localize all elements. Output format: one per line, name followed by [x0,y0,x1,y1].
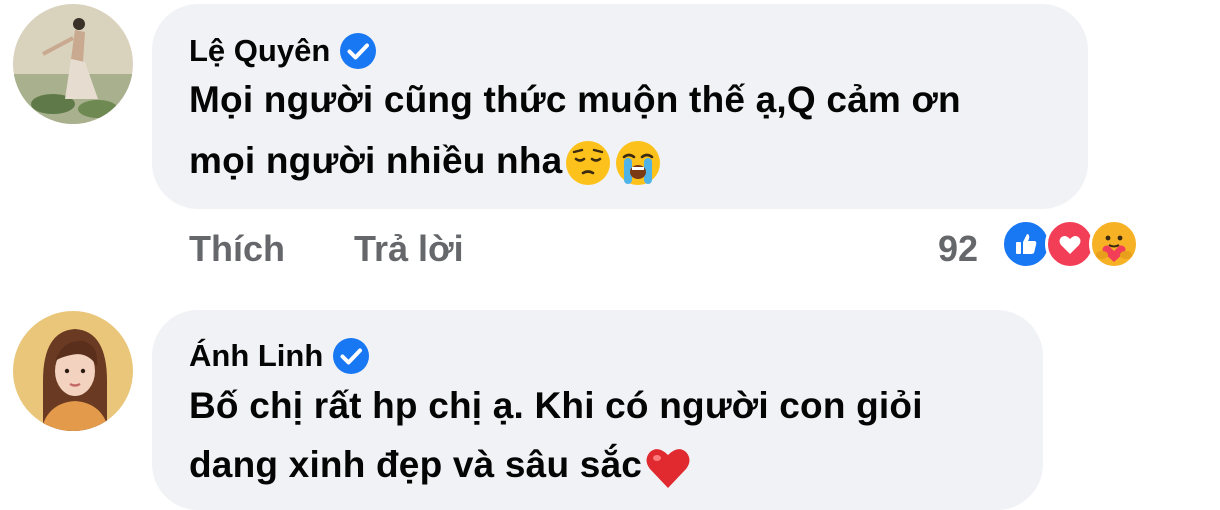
care-reaction-icon [1089,219,1139,269]
red-heart-emoji [644,444,692,490]
pensive-face-emoji [564,139,612,187]
comment-author: Ánh Linh [189,337,370,375]
loudly-crying-face-emoji [614,139,662,187]
comment-text-line: Bố chị rất hp chị ạ. Khi có người con gi… [189,385,923,426]
verified-badge-icon [332,337,370,375]
comment-text-line: Mọi người cũng thức muộn thế ạ,Q cảm ơn [189,79,961,120]
profile-photo-le-quyen [13,4,133,124]
comment-author: Lệ Quyên [189,32,377,70]
comment-text-line-2: dang xinh đẹp và sâu sắc [189,444,692,490]
reaction-summary[interactable] [1001,219,1139,269]
verified-badge-icon [339,32,377,70]
love-reaction-icon [1045,219,1095,269]
comment-text: dang xinh đẹp và sâu sắc [189,444,643,485]
reaction-count[interactable]: 92 [938,228,978,270]
author-name[interactable]: Ánh Linh [189,338,323,374]
comment-text-line-2: mọi người nhiều nha [189,139,662,187]
like-reaction-icon [1001,219,1051,269]
reply-button[interactable]: Trả lời [354,228,464,270]
avatar[interactable] [13,311,133,431]
comment-text: mọi người nhiều nha [189,139,563,181]
author-name[interactable]: Lệ Quyên [189,33,330,69]
profile-photo-anh-linh [13,311,133,431]
avatar[interactable] [13,4,133,124]
like-button[interactable]: Thích [189,228,285,270]
